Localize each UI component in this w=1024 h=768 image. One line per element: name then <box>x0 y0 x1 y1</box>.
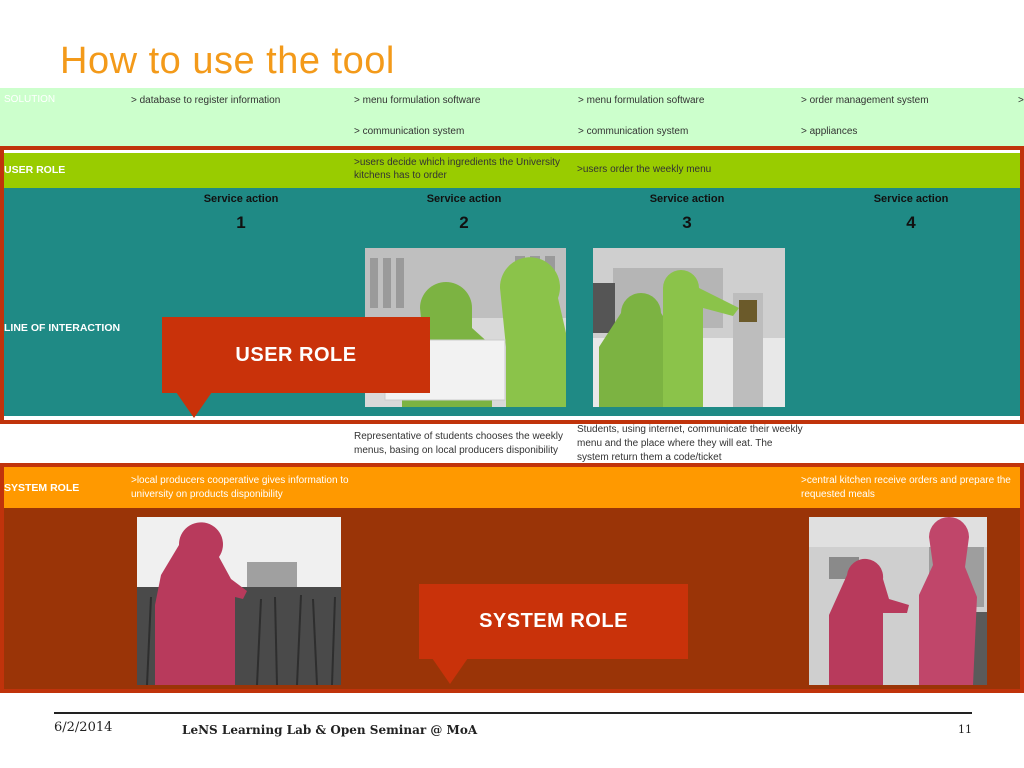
system-role-row: SYSTEM ROLE >local producers cooperative… <box>4 467 1020 508</box>
producer-field-image <box>137 517 341 685</box>
service-action-number: 1 <box>236 213 246 232</box>
solution-col4-item: > order management system <box>801 95 929 106</box>
footer-title: LeNS Learning Lab & Open Seminar @ MoA <box>182 723 478 737</box>
user-role-col2-text: >users decide which ingredients the Univ… <box>354 157 560 181</box>
system-role-callout-text: SYSTEM ROLE <box>479 610 628 632</box>
caption-col3: Students, using internet, communicate th… <box>577 424 803 463</box>
system-role-col4-text: >central kitchen receive orders and prep… <box>801 475 1011 500</box>
central-kitchen-image <box>809 517 987 685</box>
service-action-number: 4 <box>906 213 916 232</box>
caption-col2: Representative of students chooses the w… <box>354 431 564 456</box>
service-action-header: Service action <box>873 193 949 205</box>
line-of-interaction-label: LINE OF INTERACTION <box>4 322 121 334</box>
kiosk-image <box>593 248 785 407</box>
user-role-callout-pointer <box>176 392 212 418</box>
solution-row: SOLUTION > database to register informat… <box>0 88 1024 146</box>
user-role-label: USER ROLE <box>4 164 66 176</box>
service-action-header: Service action <box>203 193 279 205</box>
system-role-callout-pointer <box>432 658 468 684</box>
footer-divider <box>54 712 972 714</box>
service-action-number: 2 <box>459 213 469 232</box>
footer-date: 6/2/2014 <box>54 720 113 735</box>
solution-label: SOLUTION <box>4 94 56 105</box>
solution-col2-item: > communication system <box>354 126 465 137</box>
page-number: 11 <box>958 723 972 736</box>
system-role-label: SYSTEM ROLE <box>4 482 80 494</box>
line-of-interaction-area: Service action 1 Service action 2 Servic… <box>4 188 1020 416</box>
user-role-callout: USER ROLE <box>162 317 430 393</box>
system-role-col1-text: >local producers cooperative gives infor… <box>131 475 349 500</box>
service-action-number: 3 <box>682 213 692 232</box>
system-role-callout: SYSTEM ROLE <box>419 584 688 659</box>
solution-col5-partial: > <box>1018 95 1024 106</box>
user-role-row: USER ROLE >users decide which ingredient… <box>4 153 1020 188</box>
solution-col1-item: > database to register information <box>131 95 281 106</box>
solution-col3-item: > communication system <box>578 126 689 137</box>
user-role-callout-text: USER ROLE <box>235 343 357 366</box>
solution-col3-item: > menu formulation software <box>578 95 705 106</box>
service-action-header: Service action <box>426 193 502 205</box>
slide-title: How to use the tool <box>60 40 395 82</box>
user-role-col3-text: >users order the weekly menu <box>577 164 712 175</box>
solution-col4-item: > appliances <box>801 126 858 137</box>
solution-col2-item: > menu formulation software <box>354 95 481 106</box>
service-action-header: Service action <box>649 193 725 205</box>
